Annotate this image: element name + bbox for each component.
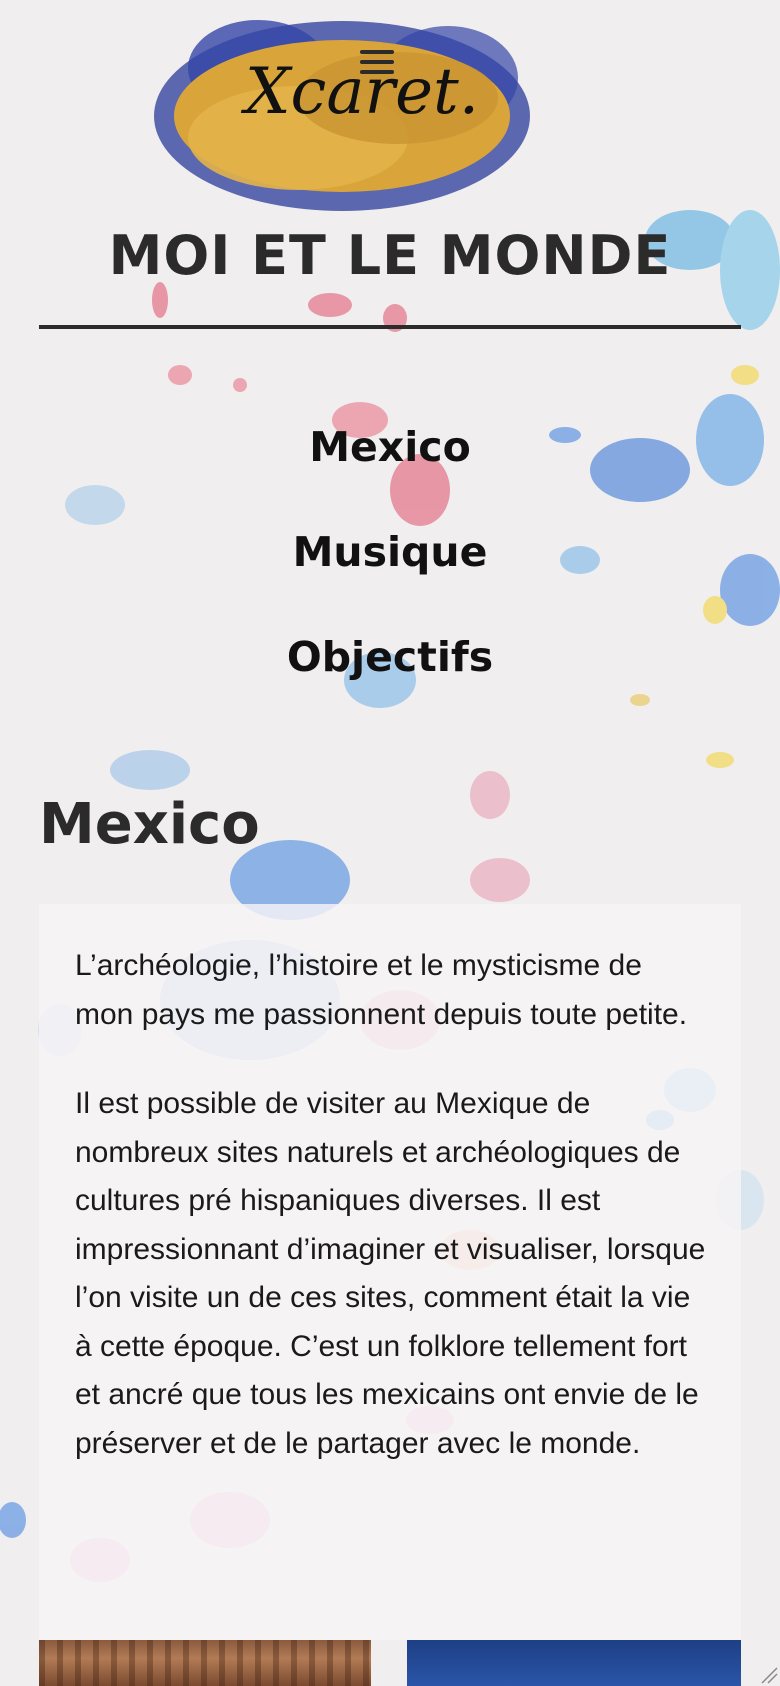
aztec-carving-image[interactable] (39, 1640, 371, 1686)
sky-landscape-image[interactable] (407, 1640, 741, 1686)
resize-handle-icon[interactable] (758, 1664, 778, 1684)
nav-link-musique[interactable]: Musique (0, 517, 780, 622)
section-title: Mexico (39, 792, 260, 857)
site-title: MOI ET LE MONDE (108, 224, 672, 287)
content-card: L’archéologie, l’histoire et le mysticis… (39, 904, 741, 1640)
paragraph-intro: L’archéologie, l’histoire et le mysticis… (75, 949, 688, 1031)
nav-link-objectifs[interactable]: Objectifs (0, 622, 780, 727)
paragraph-sites: Il est possible de visiter au Mexique de… (75, 1087, 706, 1460)
main-nav: Mexico Musique Objectifs (0, 412, 780, 727)
site-logo[interactable]: Xcaret. (148, 8, 536, 214)
hamburger-icon[interactable] (360, 50, 394, 80)
header-divider (39, 325, 741, 329)
nav-link-mexico[interactable]: Mexico (0, 412, 780, 517)
